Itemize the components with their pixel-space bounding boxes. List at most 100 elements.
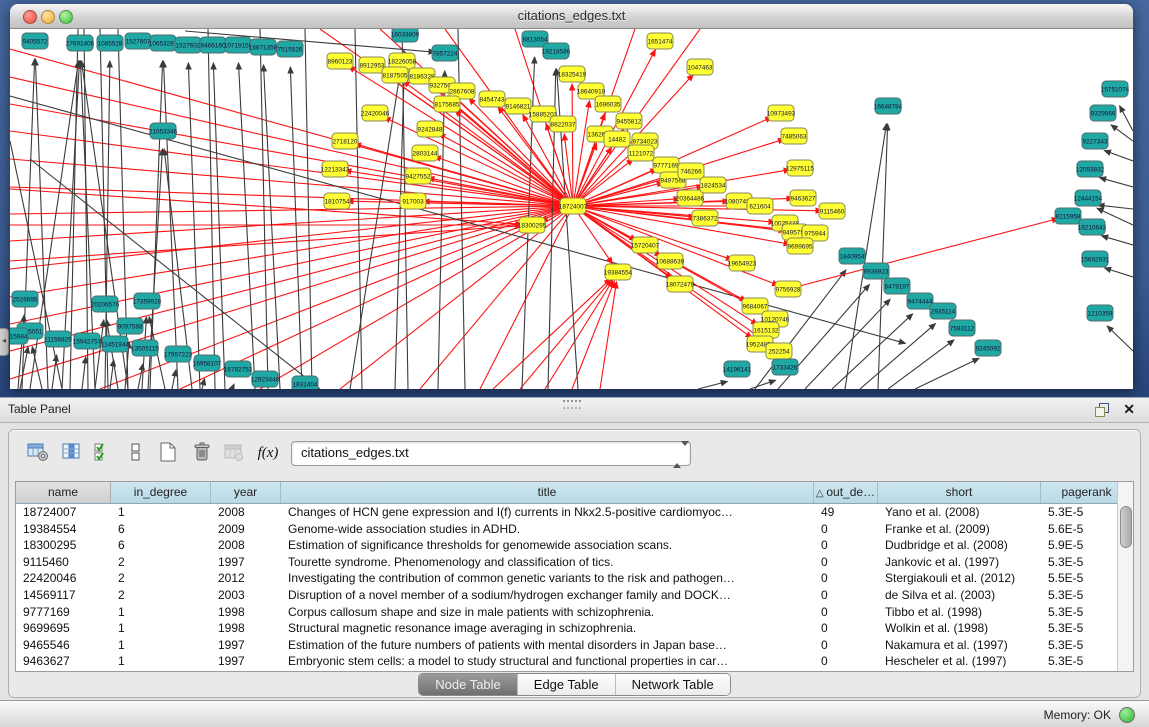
table-row[interactable]: 946554611997Estimation of the future num… bbox=[16, 637, 1133, 654]
close-panel-icon[interactable]: ✕ bbox=[1123, 401, 1135, 418]
network-node[interactable]: 12093832 bbox=[1076, 161, 1105, 177]
network-canvas[interactable]: 1872400789601238912953182260588187505818… bbox=[10, 29, 1133, 389]
network-node[interactable]: 17359928 bbox=[133, 293, 162, 309]
network-node[interactable]: 8215958 bbox=[1055, 208, 1081, 224]
network-node[interactable]: 18724007 bbox=[559, 198, 588, 214]
network-node[interactable]: 9097588 bbox=[117, 318, 143, 334]
network-node[interactable]: 917003 bbox=[400, 193, 426, 209]
network-node[interactable]: 6479197 bbox=[884, 278, 910, 294]
network-node[interactable]: 8938923 bbox=[863, 263, 889, 279]
network-node[interactable]: 16648784 bbox=[874, 98, 903, 114]
window-titlebar[interactable]: citations_edges.txt bbox=[10, 4, 1133, 29]
scrollbar-thumb[interactable] bbox=[1120, 506, 1132, 548]
network-node[interactable]: 15720407 bbox=[631, 237, 660, 253]
table-row[interactable]: 946362711997Embryonic stem cells: a mode… bbox=[16, 653, 1133, 670]
network-node[interactable]: 1651474 bbox=[647, 33, 673, 49]
network-node[interactable]: 19384554 bbox=[604, 264, 633, 280]
network-node[interactable]: 9427552 bbox=[405, 168, 431, 184]
network-node[interactable]: 9242848 bbox=[417, 121, 443, 137]
network-node[interactable]: 2803144 bbox=[412, 145, 438, 161]
selection-mode-icon[interactable] bbox=[91, 440, 117, 466]
network-node[interactable]: 10653287 bbox=[149, 35, 178, 51]
network-node[interactable]: 27691406 bbox=[66, 35, 95, 51]
network-node[interactable]: 9146821 bbox=[505, 98, 531, 114]
network-node[interactable]: 746266 bbox=[678, 163, 704, 179]
network-node[interactable]: 2526695 bbox=[12, 291, 38, 307]
network-node[interactable]: 8822037 bbox=[550, 116, 576, 132]
tab-edge-table[interactable]: Edge Table bbox=[517, 674, 615, 695]
network-node[interactable]: 1121072 bbox=[628, 145, 654, 161]
network-node[interactable]: 1527602 bbox=[175, 37, 201, 53]
network-node[interactable]: 18325419 bbox=[558, 66, 587, 82]
network-node[interactable]: 7485063 bbox=[781, 128, 807, 144]
network-node[interactable]: 1733426 bbox=[772, 359, 798, 375]
panel-drag-handle[interactable] bbox=[563, 400, 581, 409]
network-node[interactable]: 15751074 bbox=[1101, 81, 1130, 97]
network-node[interactable]: 21053346 bbox=[149, 123, 178, 139]
panel-collapse-handle[interactable]: ◂ bbox=[0, 328, 9, 356]
vertical-scrollbar[interactable] bbox=[1117, 482, 1133, 671]
network-node[interactable]: 22420046 bbox=[361, 105, 390, 121]
network-node[interactable]: 2718120 bbox=[332, 133, 358, 149]
network-node[interactable]: 1696035 bbox=[595, 96, 621, 112]
column-header-short[interactable]: short bbox=[878, 482, 1041, 503]
network-node[interactable]: 9699695 bbox=[787, 238, 813, 254]
network-node[interactable]: 1527607 bbox=[125, 33, 151, 49]
network-node[interactable]: 20364486 bbox=[676, 190, 705, 206]
network-node[interactable]: 8175685 bbox=[434, 96, 460, 112]
network-node[interactable]: 14196141 bbox=[723, 361, 752, 377]
table-row[interactable]: 911546021997Tourette syndrome. Phenomeno… bbox=[16, 554, 1133, 571]
network-node[interactable]: 9115460 bbox=[819, 203, 845, 219]
float-panel-icon[interactable] bbox=[1095, 403, 1109, 417]
table-row[interactable]: 1938455462009Genome-wide association stu… bbox=[16, 521, 1133, 538]
table-row[interactable]: 1456911722003Disruption of a novel membe… bbox=[16, 587, 1133, 604]
column-header-in_degree[interactable]: in_degree bbox=[111, 482, 211, 503]
network-node[interactable]: 18072479 bbox=[666, 276, 695, 292]
network-node[interactable]: 621604 bbox=[747, 198, 773, 214]
network-node[interactable]: 16671358 bbox=[249, 39, 278, 55]
network-node[interactable]: 1840954 bbox=[839, 248, 865, 264]
network-node[interactable]: 19654923 bbox=[728, 255, 757, 271]
create-column-icon[interactable] bbox=[155, 440, 181, 466]
network-node[interactable]: 15692931 bbox=[1081, 251, 1110, 267]
table-row[interactable]: 2242004622012Investigating the contribut… bbox=[16, 570, 1133, 587]
network-node[interactable]: 9455812 bbox=[616, 113, 642, 129]
network-node[interactable]: 2935114 bbox=[930, 303, 956, 319]
network-node[interactable]: 8187505 bbox=[382, 67, 408, 83]
network-node[interactable]: 7593112 bbox=[949, 320, 975, 336]
table-select-dropdown[interactable]: citations_edges.txt bbox=[291, 441, 691, 466]
network-node[interactable]: 7515526 bbox=[277, 41, 303, 57]
network-node[interactable]: 16782753 bbox=[224, 361, 253, 377]
network-node[interactable]: 1831404 bbox=[292, 376, 318, 389]
network-node[interactable]: 17957223 bbox=[164, 346, 193, 362]
network-node[interactable]: 3915984 bbox=[10, 328, 28, 344]
network-node[interactable]: 9245092 bbox=[975, 340, 1001, 356]
network-node[interactable]: 19218586 bbox=[542, 43, 571, 59]
network-node[interactable]: 9405572 bbox=[22, 33, 48, 49]
network-node[interactable]: 11451944 bbox=[101, 336, 129, 352]
network-node[interactable]: 9777169 bbox=[653, 157, 679, 173]
network-node[interactable]: 10973493 bbox=[767, 105, 796, 121]
network-node[interactable]: 1210359 bbox=[1087, 305, 1113, 321]
network-node[interactable]: 9329966 bbox=[1090, 105, 1116, 121]
network-node[interactable]: 15942757 bbox=[73, 333, 102, 349]
function-builder-icon[interactable]: f(x) bbox=[255, 440, 281, 466]
network-node[interactable]: 9227343 bbox=[1082, 133, 1108, 149]
network-node[interactable]: 252254 bbox=[766, 343, 792, 359]
network-node[interactable]: 16958107 bbox=[193, 355, 222, 371]
network-node[interactable]: 7857224 bbox=[432, 45, 458, 61]
network-node[interactable]: 12975115 bbox=[786, 160, 814, 176]
delete-column-icon[interactable] bbox=[189, 440, 215, 466]
table-mode-icon[interactable] bbox=[25, 440, 51, 466]
network-node[interactable]: 12444154 bbox=[1074, 190, 1103, 206]
network-node[interactable]: 9466160 bbox=[200, 37, 226, 53]
network-node[interactable]: 1047463 bbox=[687, 59, 713, 75]
network-node[interactable]: 1824534 bbox=[700, 177, 726, 193]
table-row[interactable]: 1830029562008Estimation of significance … bbox=[16, 537, 1133, 554]
table-row[interactable]: 969969511998Structural magnetic resonanc… bbox=[16, 620, 1133, 637]
network-node[interactable]: 12213343 bbox=[321, 161, 350, 177]
network-node[interactable]: 11156829 bbox=[44, 331, 72, 347]
network-node[interactable]: 13505115 bbox=[131, 340, 159, 356]
column-header-title[interactable]: title bbox=[281, 482, 814, 503]
network-node[interactable]: 16210643 bbox=[1078, 219, 1107, 235]
